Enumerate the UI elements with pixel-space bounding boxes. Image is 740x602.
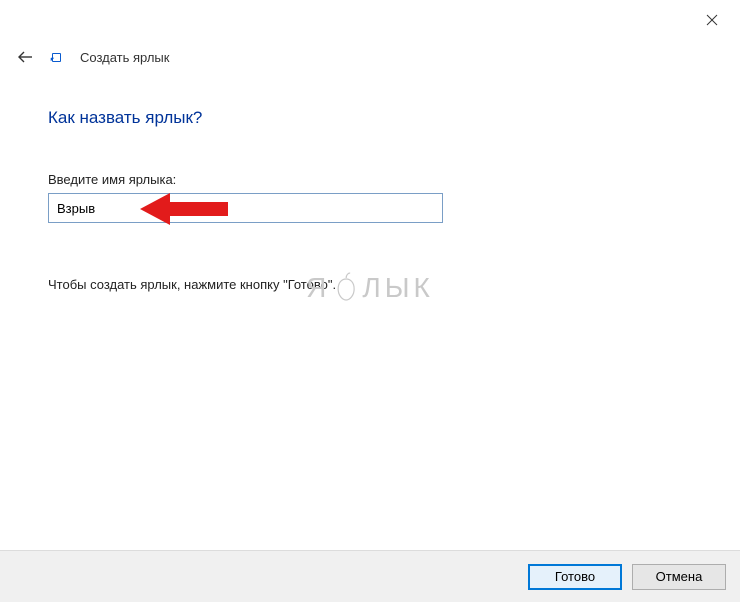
titlebar xyxy=(0,0,740,40)
window-title: Создать ярлык xyxy=(80,50,169,65)
hint-text: Чтобы создать ярлык, нажмите кнопку "Гот… xyxy=(48,277,692,292)
close-button[interactable] xyxy=(696,8,728,32)
input-wrapper xyxy=(48,193,443,223)
button-bar: Готово Отмена xyxy=(0,550,740,602)
cancel-button[interactable]: Отмена xyxy=(632,564,726,590)
close-icon xyxy=(706,14,718,26)
back-button[interactable] xyxy=(14,46,36,68)
back-arrow-icon xyxy=(16,48,34,66)
page-heading: Как назвать ярлык? xyxy=(48,108,692,128)
shortcut-name-label: Введите имя ярлыка: xyxy=(48,172,692,187)
content-area: Как назвать ярлык? Введите имя ярлыка: Ч… xyxy=(0,68,740,292)
finish-button[interactable]: Готово xyxy=(528,564,622,590)
shortcut-name-input[interactable] xyxy=(48,193,443,223)
shortcut-wizard-icon xyxy=(50,51,62,63)
wizard-header: Создать ярлык xyxy=(0,40,740,68)
